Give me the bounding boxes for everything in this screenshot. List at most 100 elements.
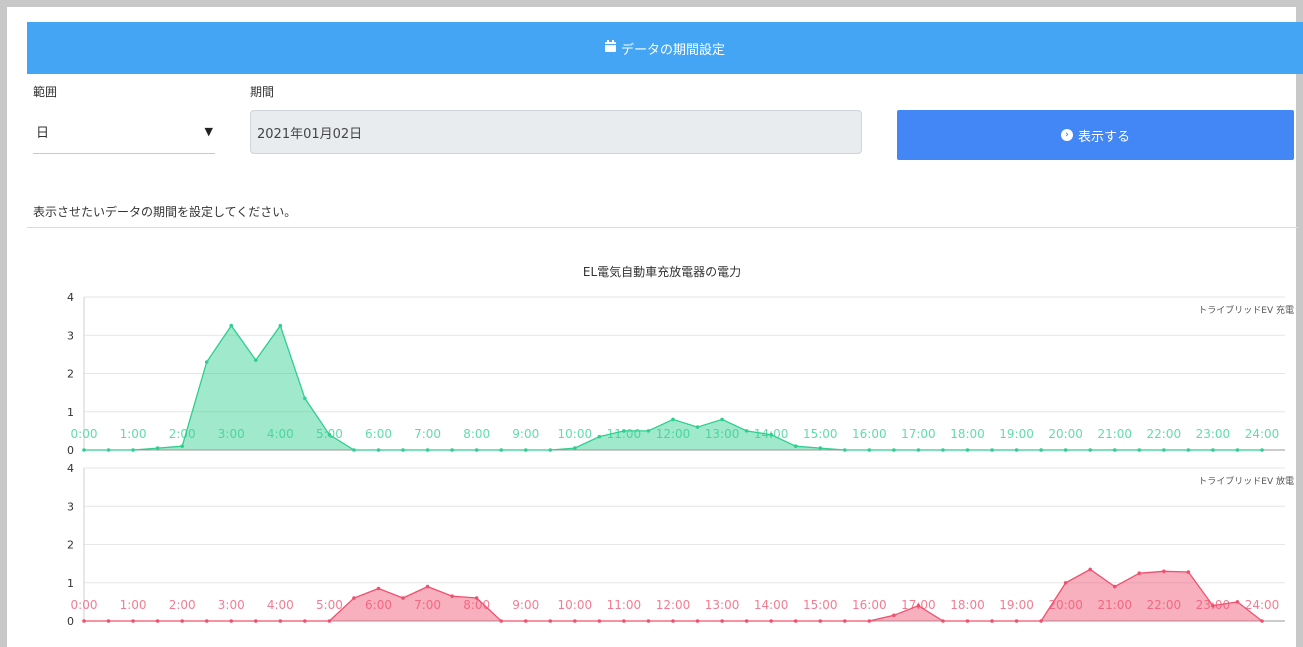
data-point	[1014, 619, 1019, 623]
data-point	[376, 448, 381, 452]
data-point	[82, 448, 86, 452]
data-point	[1039, 619, 1043, 623]
data-point	[1211, 448, 1215, 452]
data-point	[303, 619, 307, 623]
x-tick-label: 5:00	[316, 598, 343, 612]
data-point	[204, 360, 209, 364]
data-point	[180, 619, 184, 623]
x-tick-label: 8:00	[463, 427, 490, 441]
data-point	[1112, 448, 1117, 452]
data-point	[990, 619, 994, 623]
x-tick-label: 23:00	[1196, 598, 1231, 612]
data-point	[990, 448, 994, 452]
x-tick-label: 21:00	[1097, 598, 1132, 612]
data-point	[352, 448, 356, 452]
x-tick-label: 12:00	[656, 427, 691, 441]
data-point	[131, 619, 135, 623]
data-point	[818, 619, 823, 623]
x-tick-label: 11:00	[607, 598, 642, 612]
x-tick-label: 19:00	[999, 598, 1034, 612]
data-point	[646, 619, 651, 623]
data-point	[425, 584, 430, 589]
data-point	[573, 619, 577, 623]
y-tick-label: 0	[67, 444, 74, 457]
data-point	[131, 448, 135, 452]
x-tick-label: 13:00	[705, 427, 740, 441]
x-tick-label: 15:00	[803, 598, 838, 612]
data-point	[695, 619, 700, 623]
data-point	[450, 448, 454, 452]
x-tick-label: 5:00	[316, 427, 343, 441]
x-tick-label: 20:00	[1048, 598, 1083, 612]
x-tick-label: 24:00	[1245, 598, 1280, 612]
x-tick-label: 4:00	[267, 598, 294, 612]
data-point	[425, 448, 430, 452]
x-tick-label: 1:00	[120, 427, 147, 441]
x-tick-label: 22:00	[1147, 427, 1182, 441]
data-point	[892, 613, 896, 618]
x-tick-label: 7:00	[414, 427, 441, 441]
data-point	[793, 444, 798, 448]
data-point	[327, 619, 332, 623]
x-tick-label: 9:00	[512, 427, 539, 441]
x-tick-label: 11:00	[607, 427, 642, 441]
data-point	[499, 448, 504, 452]
x-tick-label: 19:00	[999, 427, 1034, 441]
data-point	[1063, 580, 1068, 585]
power-chart: EL電気自動車充放電器の電力 0 1 2 3 4 0:00 1:00 2:00 3:00 4:00…	[67, 264, 1294, 628]
x-tick-label: 17:00	[901, 427, 936, 441]
series-area	[84, 569, 1262, 621]
y-tick-label: 2	[67, 368, 74, 381]
data-point	[1014, 448, 1019, 452]
x-tick-label: 6:00	[365, 427, 392, 441]
x-tick-label: 2:00	[169, 598, 196, 612]
x-tick-label: 10:00	[558, 598, 593, 612]
data-point	[597, 619, 602, 623]
x-tick-label: 14:00	[754, 427, 789, 441]
x-tick-label: 3:00	[218, 598, 245, 612]
data-point	[965, 448, 970, 452]
data-point	[180, 444, 184, 448]
y-tick-label: 1	[67, 406, 74, 419]
data-point	[155, 446, 160, 450]
data-point	[253, 358, 258, 362]
data-point	[106, 448, 111, 452]
data-point	[720, 619, 724, 623]
data-point	[548, 619, 553, 623]
data-point	[401, 596, 405, 600]
data-point	[1260, 619, 1264, 623]
x-tick-label: 13:00	[705, 598, 740, 612]
data-point	[769, 619, 773, 623]
x-tick-label: 18:00	[950, 427, 985, 441]
data-point	[1162, 448, 1166, 452]
data-point	[229, 323, 234, 328]
x-tick-label: 16:00	[852, 427, 887, 441]
data-point	[1186, 570, 1191, 574]
data-point	[1088, 567, 1093, 572]
data-point	[622, 619, 626, 623]
x-tick-label: 6:00	[365, 598, 392, 612]
data-point	[744, 429, 749, 433]
data-point	[1137, 448, 1142, 452]
data-point	[352, 596, 356, 600]
x-tick-label: 18:00	[950, 598, 985, 612]
x-tick-label: 14:00	[754, 598, 789, 612]
data-point	[523, 619, 528, 623]
data-point	[573, 446, 577, 450]
series-legend: トライブリッドEV 放電	[1198, 475, 1294, 487]
data-point	[499, 619, 504, 623]
data-point	[106, 619, 111, 623]
chart-title: EL電気自動車充放電器の電力	[583, 264, 741, 279]
data-point	[916, 448, 921, 452]
x-tick-label: 3:00	[218, 427, 245, 441]
x-tick-label: 16:00	[852, 598, 887, 612]
data-point	[82, 619, 86, 623]
data-point	[1039, 448, 1043, 452]
x-tick-label: 0:00	[71, 427, 98, 441]
x-tick-label: 23:00	[1196, 427, 1231, 441]
data-point	[842, 619, 847, 623]
data-point	[793, 619, 798, 623]
x-tick-label: 8:00	[463, 598, 490, 612]
x-tick-label: 1:00	[120, 598, 147, 612]
y-tick-label: 4	[67, 462, 74, 475]
